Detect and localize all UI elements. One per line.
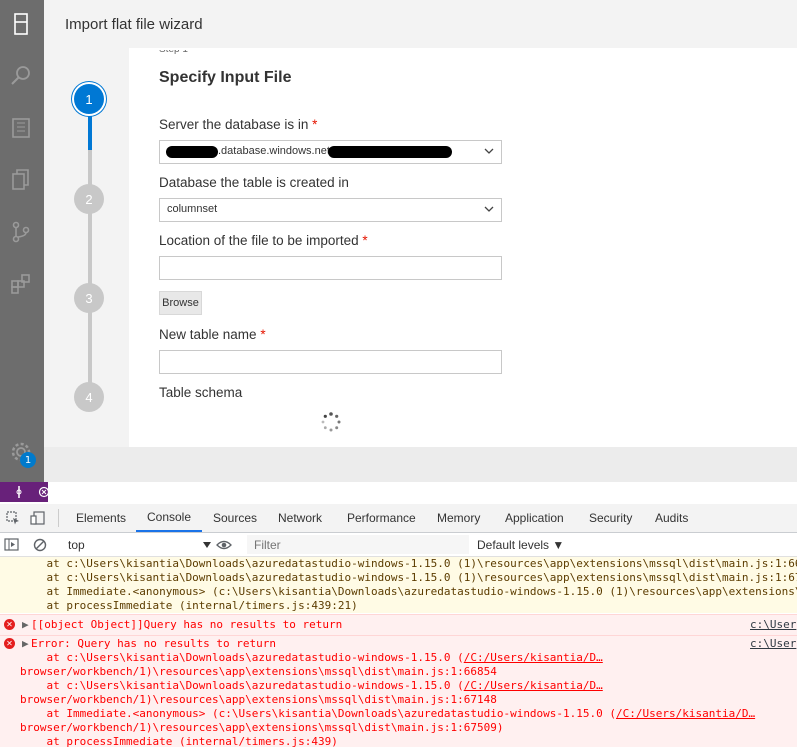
stack-text: at c:\Users\kisantia\Downloads\azuredata… <box>20 679 464 692</box>
remote-indicator[interactable] <box>0 482 48 502</box>
location-input[interactable] <box>159 256 502 280</box>
inspect-element-icon[interactable] <box>6 511 20 525</box>
console-filter-input[interactable]: Filter <box>247 535 469 554</box>
stack-line: at c:\Users\kisantia\Downloads\azuredata… <box>20 557 797 570</box>
database-label: Database the table is created in <box>159 175 349 190</box>
warning-block: at c:\Users\kisantia\Downloads\azuredata… <box>0 557 797 613</box>
tab-security[interactable]: Security <box>589 504 632 532</box>
stack-line: at c:\Users\kisantia\Downloads\azuredata… <box>20 651 603 665</box>
chevron-down-icon <box>484 148 494 154</box>
table-schema-label: Table schema <box>159 385 243 400</box>
stack-link[interactable]: /C:/Users/kisantia/D… <box>464 651 603 664</box>
explorer-icon[interactable] <box>7 166 35 194</box>
log-levels-dropdown[interactable]: Default levels ▼ <box>477 538 564 552</box>
stack-line: at Immediate.<anonymous> (c:\Users\kisan… <box>20 707 755 721</box>
clear-console-icon[interactable] <box>33 538 47 552</box>
tab-performance[interactable]: Performance <box>347 504 416 532</box>
stack-line: at c:\Users\kisantia\Downloads\azuredata… <box>20 679 603 693</box>
stack-line: at c:\Users\kisantia\Downloads\azuredata… <box>20 571 797 584</box>
tab-sources[interactable]: Sources <box>213 504 257 532</box>
database-select-value: columnset <box>167 203 218 215</box>
wizard-title: Import flat file wizard <box>65 16 203 33</box>
remote-icon <box>16 486 22 498</box>
source-link[interactable]: c:\User <box>750 637 796 651</box>
console-output: at c:\Users\kisantia\Downloads\azuredata… <box>0 557 797 747</box>
editor-footer <box>44 447 797 482</box>
search-icon[interactable] <box>7 62 35 90</box>
step-2-circle[interactable]: 2 <box>74 184 104 214</box>
stack-line: at processImmediate (internal/timers.js:… <box>20 599 358 612</box>
source-link[interactable]: c:\User <box>750 618 796 632</box>
stack-line: at processImmediate (internal/timers.js:… <box>20 735 338 747</box>
step-1-circle[interactable]: 1 <box>74 84 104 114</box>
stack-line: at Immediate.<anonymous> (c:\Users\kisan… <box>20 585 797 598</box>
stack-line: browser/workbench/1)\resources\app\exten… <box>20 693 497 706</box>
expand-arrow-icon[interactable]: ▶ <box>22 637 29 651</box>
context-select-value[interactable]: top <box>68 538 85 552</box>
tab-application[interactable]: Application <box>505 504 564 532</box>
server-label-text: Server the database is in <box>159 117 309 132</box>
source-control-icon[interactable] <box>7 218 35 246</box>
tab-audits[interactable]: Audits <box>655 504 688 532</box>
activity-bar: 1 <box>0 0 44 482</box>
server-label: Server the database is in * <box>159 117 317 132</box>
required-mark: * <box>260 327 266 342</box>
show-sidebar-icon[interactable] <box>4 538 19 551</box>
table-name-label: New table name * <box>159 327 266 342</box>
live-expression-eye-icon[interactable] <box>216 538 232 552</box>
database-select[interactable]: columnset <box>159 198 502 222</box>
devtools-tabbar: Elements Console Sources Network Perform… <box>0 504 797 533</box>
stack-link[interactable]: /C:/Users/kisantia/D… <box>616 707 755 720</box>
tab-elements[interactable]: Elements <box>76 504 126 532</box>
step-3-circle[interactable]: 3 <box>74 283 104 313</box>
server-icon[interactable] <box>7 10 35 38</box>
required-mark: * <box>312 117 318 132</box>
stack-text: at c:\Users\kisantia\Downloads\azuredata… <box>20 651 464 664</box>
redaction-mark <box>166 146 218 158</box>
expand-arrow-icon[interactable]: ▶ <box>22 618 29 632</box>
step-title: Specify Input File <box>159 69 292 86</box>
error-status-icon <box>38 486 48 498</box>
stack-line: browser/workbench/1)\resources\app\exten… <box>20 665 497 678</box>
step-4-circle[interactable]: 4 <box>74 382 104 412</box>
settings-badge: 1 <box>20 452 36 468</box>
error-text: [[object Object]]Query has no results to… <box>31 618 343 631</box>
context-dropdown-icon[interactable] <box>202 541 212 549</box>
error-text: Error: Query has no results to return <box>31 637 277 650</box>
stack-link[interactable]: /C:/Users/kisantia/D… <box>464 679 603 692</box>
tab-console[interactable]: Console <box>136 504 202 532</box>
device-toolbar-icon[interactable] <box>30 511 46 525</box>
browse-button[interactable]: Browse <box>159 291 202 315</box>
chevron-down-icon <box>484 206 494 212</box>
required-mark: * <box>362 233 368 248</box>
stepper-progress-line <box>88 110 92 150</box>
console-filter-placeholder: Filter <box>254 538 281 552</box>
error-x-icon: ✕ <box>4 638 15 649</box>
location-label: Location of the file to be imported * <box>159 233 368 248</box>
stack-line: browser/workbench/1)\resources\app\exten… <box>20 721 504 734</box>
table-name-input[interactable] <box>159 350 502 374</box>
server-select[interactable]: .database.windows.net <box>159 140 502 164</box>
server-select-value: .database.windows.net <box>218 145 330 157</box>
table-name-label-text: New table name <box>159 327 257 342</box>
location-label-text: Location of the file to be imported <box>159 233 359 248</box>
error-message-2[interactable]: ✕ ▶ Error: Query has no results to retur… <box>0 635 797 747</box>
loading-spinner-icon <box>321 412 341 432</box>
error-message-1[interactable]: ✕ ▶ [[object Object]]Query has no result… <box>0 614 797 635</box>
redaction-mark <box>328 146 452 158</box>
toolbar-divider <box>58 509 59 527</box>
error-x-icon: ✕ <box>4 619 15 630</box>
notebook-icon[interactable] <box>7 114 35 142</box>
tab-memory[interactable]: Memory <box>437 504 480 532</box>
stack-text: at Immediate.<anonymous> (c:\Users\kisan… <box>20 707 617 720</box>
status-bar <box>0 482 797 502</box>
tab-network[interactable]: Network <box>278 504 322 532</box>
extensions-icon[interactable] <box>7 270 35 298</box>
